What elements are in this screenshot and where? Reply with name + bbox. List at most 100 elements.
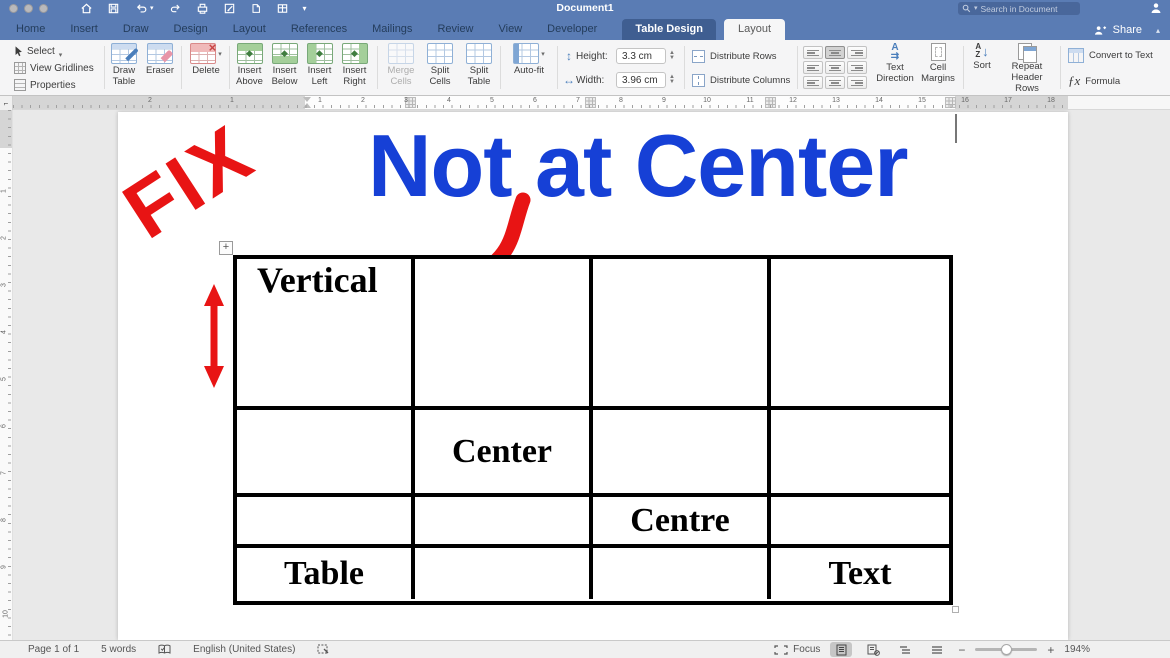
tab-design[interactable]: Design (174, 19, 208, 40)
delete-button[interactable]: ▾ Delete (184, 43, 228, 95)
account-person-icon[interactable] (1150, 2, 1162, 14)
edit-document-icon[interactable] (223, 2, 236, 15)
table-cell[interactable] (237, 497, 415, 548)
vertical-ruler[interactable]: 12345678910 (0, 110, 13, 640)
formula-button[interactable]: ƒx Formula (1068, 73, 1120, 89)
table-cell[interactable] (771, 259, 949, 410)
close-window-icon[interactable] (9, 4, 18, 13)
table-cell[interactable] (593, 259, 771, 410)
zoom-level[interactable]: 194% (1064, 644, 1090, 655)
share-button[interactable]: Share (1113, 24, 1142, 36)
outline-view-button[interactable] (894, 642, 916, 657)
delete-dropdown-icon[interactable]: ▾ (218, 50, 222, 58)
align-bottom-center-button[interactable] (825, 76, 845, 89)
search-input[interactable]: ▾ Search in Document (958, 2, 1080, 15)
insert-right-button[interactable]: Insert Right (337, 43, 372, 95)
align-top-right-button[interactable] (847, 46, 867, 59)
print-icon[interactable] (196, 2, 209, 15)
collapse-ribbon-icon[interactable]: ▴ (1156, 26, 1160, 35)
table-column-marker[interactable] (585, 97, 596, 108)
text-direction-button[interactable]: A⇉ Text Direction (873, 43, 917, 95)
insert-below-button[interactable]: Insert Below (267, 43, 302, 95)
focus-toggle[interactable]: Focus (774, 644, 820, 655)
height-input[interactable]: 3.3 cm (616, 48, 666, 64)
tab-review[interactable]: Review (437, 19, 473, 40)
convert-to-text-button[interactable]: Convert to Text (1068, 48, 1153, 63)
tab-mailings[interactable]: Mailings (372, 19, 412, 40)
table-column-marker[interactable] (945, 97, 956, 108)
print-layout-view-button[interactable] (830, 642, 852, 657)
table-cell[interactable]: Centre (593, 497, 771, 548)
redo-icon[interactable] (168, 2, 182, 15)
word-count[interactable]: 5 words (101, 644, 136, 655)
zoom-slider[interactable] (975, 648, 1037, 651)
selection-mode-icon[interactable] (317, 644, 329, 655)
align-top-center-button[interactable] (825, 46, 845, 59)
width-input[interactable]: 3.96 cm (616, 72, 666, 88)
horizontal-ruler[interactable]: 21123456789101112131415161718 (13, 96, 1068, 109)
table-cell[interactable] (593, 410, 771, 497)
new-document-icon[interactable] (250, 2, 262, 15)
table-cell[interactable]: Table (237, 548, 415, 599)
table-cell[interactable] (771, 410, 949, 497)
width-stepper[interactable]: ▲▼ (669, 75, 675, 85)
indent-marker[interactable] (303, 97, 312, 108)
save-icon[interactable] (107, 2, 120, 15)
autofit-button[interactable]: ▾ Auto-fit (505, 43, 553, 95)
align-bottom-right-button[interactable] (847, 76, 867, 89)
distribute-rows-button[interactable]: Distribute Rows (692, 50, 777, 63)
tab-home[interactable]: Home (16, 19, 45, 40)
tab-table-layout-active[interactable]: Layout (724, 19, 785, 40)
tab-stop-selector[interactable]: ⌐ (0, 96, 13, 110)
toolbar-overflow-icon[interactable]: ▾ (303, 5, 307, 13)
home-icon[interactable] (80, 2, 93, 15)
window-controls[interactable] (9, 4, 48, 13)
align-center-button[interactable] (825, 61, 845, 74)
tab-draw[interactable]: Draw (123, 19, 149, 40)
draft-view-button[interactable] (926, 642, 948, 657)
table-cell[interactable] (415, 259, 593, 410)
insert-above-button[interactable]: Insert Above (232, 43, 267, 95)
tab-layout[interactable]: Layout (233, 19, 266, 40)
search-scope-dropdown-icon[interactable]: ▾ (974, 5, 978, 12)
proofing-status-icon[interactable] (158, 644, 171, 655)
table-column-marker[interactable] (765, 97, 776, 108)
split-table-button[interactable]: Split Table (460, 43, 498, 95)
align-center-left-button[interactable] (803, 61, 823, 74)
tab-table-design[interactable]: Table Design (622, 19, 716, 40)
repeat-header-rows-button[interactable]: Repeat Header Rows (999, 43, 1055, 95)
align-bottom-left-button[interactable] (803, 76, 823, 89)
table-cell[interactable]: Text (771, 548, 949, 599)
minimize-window-icon[interactable] (24, 4, 33, 13)
zoom-in-button[interactable]: + (1047, 643, 1054, 657)
table-resize-handle[interactable] (952, 606, 959, 613)
tab-insert[interactable]: Insert (70, 19, 98, 40)
table-cell[interactable] (771, 497, 949, 548)
table-move-handle[interactable]: + (219, 241, 233, 255)
insert-left-button[interactable]: Insert Left (302, 43, 337, 95)
sort-button[interactable]: AZ↓ Sort (967, 43, 997, 95)
eraser-button[interactable]: Eraser (142, 43, 178, 95)
table-cell[interactable] (593, 548, 771, 599)
tab-developer[interactable]: Developer (547, 19, 597, 40)
split-cells-button[interactable]: Split Cells (421, 43, 459, 95)
autofit-dropdown-icon[interactable]: ▾ (541, 50, 545, 58)
height-stepper[interactable]: ▲▼ (669, 51, 675, 61)
table-cell[interactable]: Center (415, 410, 593, 497)
table-cell[interactable] (415, 497, 593, 548)
table-cell[interactable] (415, 548, 593, 599)
view-gridlines-button[interactable]: View Gridlines (14, 60, 104, 76)
properties-button[interactable]: Properties (14, 77, 104, 93)
page-count[interactable]: Page 1 of 1 (28, 644, 79, 655)
zoom-window-icon[interactable] (39, 4, 48, 13)
table-cell[interactable] (237, 410, 415, 497)
distribute-columns-button[interactable]: Distribute Columns (692, 74, 790, 87)
tab-references[interactable]: References (291, 19, 347, 40)
zoom-slider-thumb[interactable] (1001, 644, 1012, 655)
draw-table-button[interactable]: Draw Table (106, 43, 142, 95)
tab-view[interactable]: View (499, 19, 523, 40)
table-cell[interactable]: Vertical (237, 259, 415, 410)
undo-icon[interactable]: ▾ (134, 2, 154, 15)
draw-table-quick-icon[interactable] (276, 2, 289, 15)
align-top-left-button[interactable] (803, 46, 823, 59)
